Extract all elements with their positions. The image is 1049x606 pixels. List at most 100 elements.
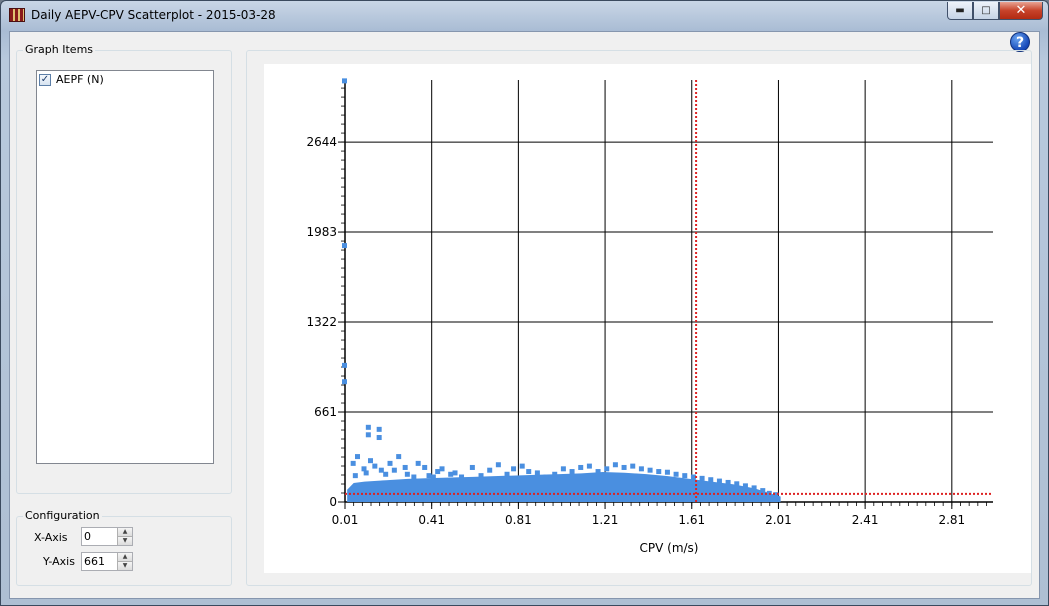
scatter-point [350, 460, 356, 466]
graph-items-list[interactable]: ✓ AEPF (N) [36, 70, 214, 464]
scatter-point [422, 464, 428, 470]
y-tick-label: 661 [314, 405, 337, 419]
scatter-point [595, 469, 601, 475]
scatter-point [355, 454, 361, 460]
scatter-point [439, 466, 445, 472]
scatter-point [426, 473, 432, 479]
x-axis-label: X-Axis [34, 531, 68, 544]
scatter-point [519, 463, 525, 469]
x-tick-label: 2.41 [852, 513, 879, 527]
x-axis-stepper[interactable]: 0 ▲ ▼ [81, 527, 133, 546]
scatter-point [387, 460, 393, 466]
y-axis-up-icon[interactable]: ▲ [117, 553, 132, 561]
scatter-point [673, 471, 679, 477]
x-tick-label: 1.61 [678, 513, 705, 527]
list-item[interactable]: ✓ AEPF (N) [39, 73, 104, 86]
y-axis-stepper[interactable]: 661 ▲ ▼ [81, 552, 133, 571]
y-tick-label: 1322 [306, 315, 337, 329]
x-axis-value: 0 [84, 530, 91, 543]
scatter-point [411, 474, 417, 480]
y-axis-value: 661 [84, 555, 105, 568]
graph-items-label: Graph Items [23, 43, 96, 56]
x-tick-label: 0.81 [505, 513, 532, 527]
scatter-point [430, 474, 436, 480]
y-tick-label: 2644 [306, 135, 337, 149]
y-tick-label: 0 [329, 495, 337, 509]
scatter-point [504, 471, 510, 477]
scatter-point [534, 470, 540, 476]
scatter-point [638, 466, 644, 472]
x-axis-up-icon[interactable]: ▲ [117, 528, 132, 536]
scatter-point [742, 483, 748, 489]
y-axis-down-icon[interactable]: ▼ [117, 561, 132, 570]
scatter-point [543, 474, 549, 480]
aepf-checkbox[interactable]: ✓ [39, 73, 51, 86]
app-logo-icon [9, 8, 25, 22]
client-area: ? Graph Items ✓ AEPF (N) Configuration X… [9, 31, 1040, 599]
x-tick-label: 1.21 [592, 513, 619, 527]
scatter-point [630, 463, 636, 469]
scatter-point [725, 479, 731, 485]
scatter-point [708, 477, 714, 483]
scatter-point [342, 362, 347, 368]
scatter-point [487, 467, 493, 473]
scatter-point [716, 478, 722, 484]
scatter-point [751, 485, 757, 491]
scatter-point [368, 458, 374, 464]
scatter-point [391, 467, 397, 473]
scatter-point [604, 466, 610, 472]
minimize-button[interactable]: ▬ [947, 2, 973, 20]
scatter-point [478, 473, 484, 479]
scatter-point [612, 462, 618, 468]
scatter-point [511, 466, 517, 472]
x-tick-label: 2.01 [765, 513, 792, 527]
y-tick-label: 1983 [306, 225, 337, 239]
scatter-point [586, 463, 592, 469]
scatter-point [435, 469, 441, 475]
x-axis-down-icon[interactable]: ▼ [117, 536, 132, 545]
help-icon[interactable]: ? [1010, 32, 1030, 52]
x-tick-label: 0.01 [332, 513, 359, 527]
scatter-point [365, 432, 371, 438]
scatter-point [699, 475, 705, 481]
scatter-point [552, 471, 558, 477]
scatter-point [621, 464, 627, 470]
scatter-point [526, 469, 532, 475]
scatter-point [469, 464, 475, 470]
scatter-point [396, 454, 402, 460]
scatterplot-chart: 0.01 0.41 0.81 1.21 1.61 2.01 2.41 2.81 0 661 1322… [306, 78, 993, 555]
maximize-button[interactable]: □ [973, 2, 999, 20]
scatter-point [760, 488, 766, 494]
y-axis-label: Y-Axis [43, 555, 75, 568]
x-axis-title: CPV (m/s) [640, 541, 699, 555]
scatter-point [363, 470, 369, 476]
scatter-point [376, 435, 382, 441]
scatter-point [365, 424, 371, 430]
app-window: Daily AEPV-CPV Scatterplot - 2015-03-28 … [0, 0, 1049, 606]
scatter-point [376, 426, 382, 432]
scatter-point [682, 473, 688, 479]
scatterplot-panel[interactable]: 0.01 0.41 0.81 1.21 1.61 2.01 2.41 2.81 0 661 1322… [264, 64, 1031, 573]
scatter-point [734, 481, 740, 487]
scatter-point [459, 474, 465, 480]
scatter-point [352, 473, 358, 479]
scatter-point [448, 471, 454, 477]
scatter-point [578, 464, 584, 470]
configuration-label: Configuration [23, 509, 102, 522]
scatter-point [342, 243, 347, 249]
x-tick-label: 2.81 [938, 513, 965, 527]
scatter-point [383, 471, 389, 477]
scatter-point [495, 462, 501, 468]
scatter-point [402, 464, 408, 470]
scatter-point [342, 78, 347, 84]
aepf-label: AEPF (N) [56, 73, 104, 86]
close-button[interactable]: ✕ [999, 2, 1043, 20]
title-bar[interactable]: Daily AEPV-CPV Scatterplot - 2015-03-28 … [1, 1, 1048, 29]
window-title: Daily AEPV-CPV Scatterplot - 2015-03-28 [31, 8, 276, 22]
scatter-point [560, 466, 566, 472]
scatter-point [378, 467, 384, 473]
scatter-point [415, 460, 421, 466]
scatter-point [647, 467, 653, 473]
scatter-point [452, 470, 458, 476]
scatter-point [404, 471, 410, 477]
